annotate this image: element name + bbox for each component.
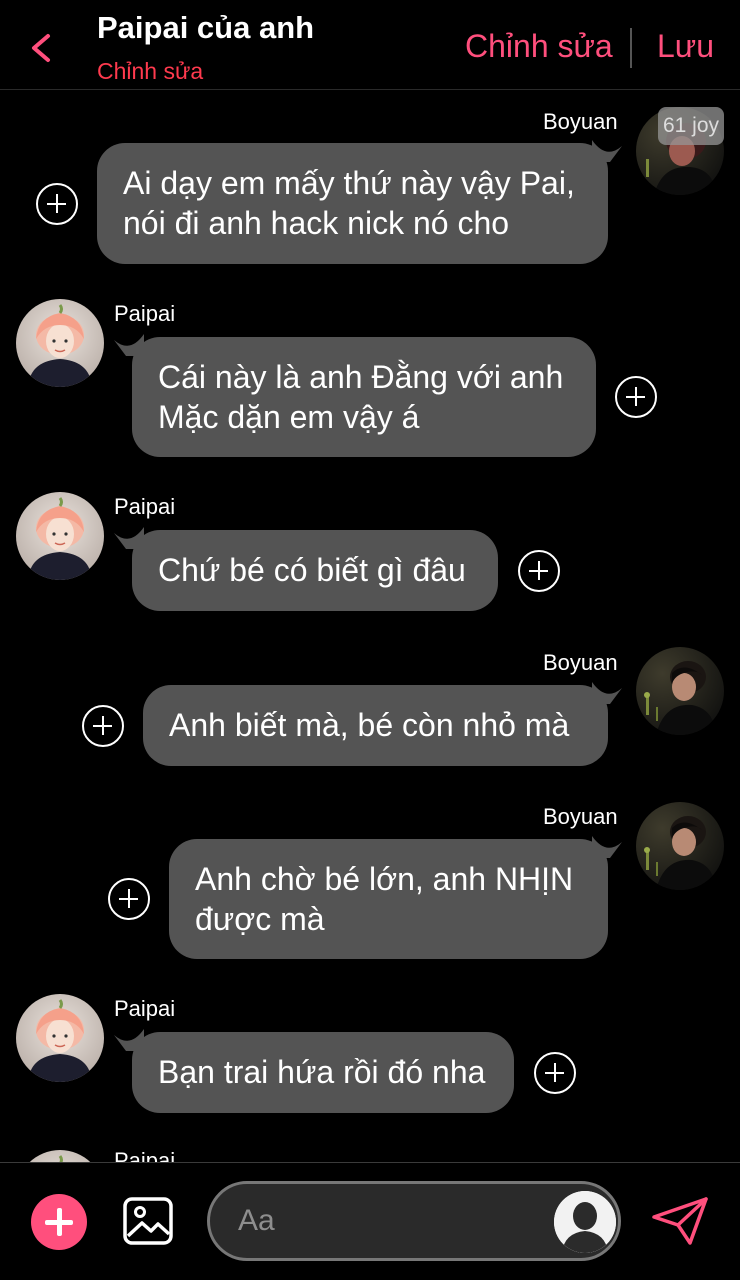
message-bubble[interactable]: Anh biết mà, bé còn nhỏ mà	[143, 685, 608, 766]
add-reaction-button[interactable]	[615, 376, 657, 418]
save-button[interactable]: Lưu	[657, 28, 714, 65]
message-bubble[interactable]: Ai dạy em mấy thứ này vậy Pai, nói đi an…	[97, 143, 608, 264]
joy-badge: 61 joy	[658, 107, 724, 145]
add-reaction-button[interactable]	[82, 705, 124, 747]
chevron-left-icon	[32, 34, 50, 62]
add-reaction-button[interactable]	[518, 550, 560, 592]
message-bubble[interactable]: Anh chờ bé lớn, anh NHỊN được mà	[169, 839, 608, 959]
edit-button[interactable]: Chỉnh sửa	[465, 28, 613, 65]
sender-name: Paipai	[114, 494, 176, 519]
composer-bar	[0, 1162, 740, 1280]
image-icon	[123, 1197, 173, 1245]
send-button[interactable]	[650, 1195, 710, 1247]
send-paper-plane-icon	[652, 1197, 708, 1245]
header-divider	[630, 28, 632, 68]
page-subtitle: Chỉnh sửa	[97, 58, 204, 84]
avatar-paipai[interactable]	[16, 994, 104, 1082]
chat-header: Paipai của anh Chỉnh sửa Chỉnh sửa Lưu	[0, 0, 740, 90]
plus-icon[interactable]	[31, 1194, 87, 1250]
message-input[interactable]	[238, 1200, 548, 1242]
avatar-boyuan[interactable]	[636, 802, 724, 890]
add-reaction-button[interactable]	[534, 1052, 576, 1094]
image-button[interactable]	[122, 1196, 174, 1246]
add-reaction-button[interactable]	[108, 878, 150, 920]
message-bubble[interactable]: Bạn trai hứa rồi đó nha	[132, 1032, 514, 1113]
sender-name: Boyuan	[543, 650, 618, 675]
avatar-paipai[interactable]	[16, 492, 104, 580]
message-input-box[interactable]	[207, 1181, 621, 1261]
back-button[interactable]	[22, 28, 62, 68]
persona-button[interactable]	[554, 1191, 616, 1253]
add-reaction-button[interactable]	[36, 183, 78, 225]
page-title: Paipai của anh	[97, 10, 315, 45]
sender-name: Paipai	[114, 996, 176, 1021]
sender-name: Boyuan	[543, 804, 618, 829]
message-bubble[interactable]: Chứ bé có biết gì đâu	[132, 530, 498, 611]
person-silhouette-icon	[554, 1191, 616, 1253]
sender-name: Paipai	[114, 301, 176, 326]
avatar-boyuan[interactable]	[636, 647, 724, 735]
sender-name: Boyuan	[543, 109, 618, 134]
avatar-paipai[interactable]	[16, 299, 104, 387]
message-bubble[interactable]: Cái này là anh Đằng với anh Mặc dặn em v…	[132, 337, 596, 457]
